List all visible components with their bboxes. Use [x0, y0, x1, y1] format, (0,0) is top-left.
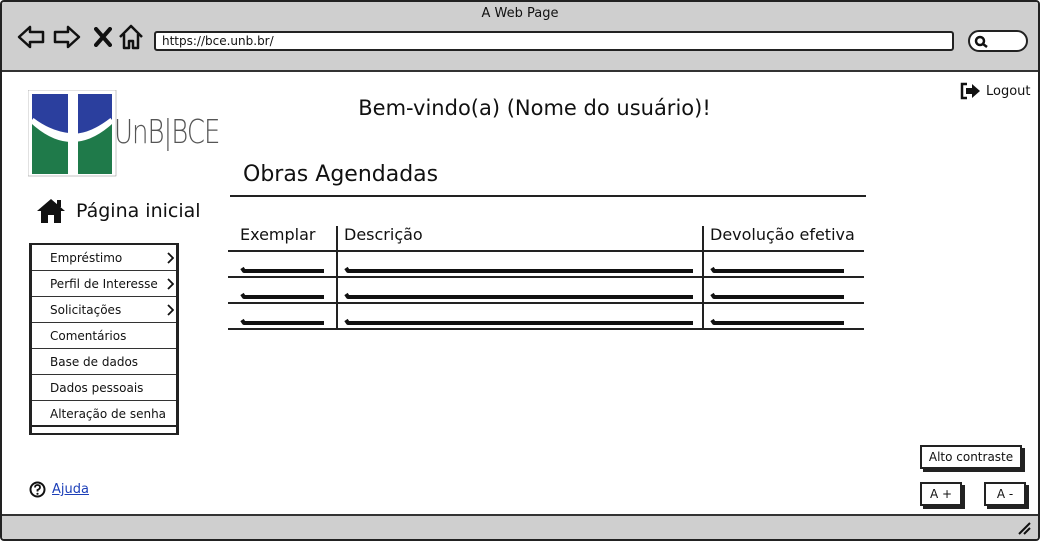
column-divider [702, 226, 704, 330]
row-rule [228, 276, 864, 278]
browser-toolbar: A Web Page https://bce.unb.br/ [2, 2, 1038, 72]
column-header-descricao: Descrição [344, 225, 423, 244]
close-icon [94, 27, 112, 47]
arrow-right-icon [53, 25, 81, 49]
sidebar-item-alteracao-senha[interactable]: Alteração de senha [32, 401, 176, 427]
logout-label: Logout [986, 83, 1031, 99]
increase-font-button[interactable]: A + [920, 482, 962, 506]
home-icon [119, 24, 143, 50]
window-title: A Web Page [481, 6, 559, 21]
sidebar-item-dados-pessoais[interactable]: Dados pessoais [32, 375, 176, 401]
column-header-devolucao: Devolução efetiva [710, 225, 855, 244]
logout-button[interactable]: Logout [960, 82, 1031, 100]
row-rule [228, 302, 864, 304]
sidebar-item-perfil-interesse[interactable]: Perfil de Interesse [32, 271, 176, 297]
redacted-cell [710, 310, 850, 325]
forward-button[interactable] [52, 22, 82, 52]
redacted-cell [240, 284, 328, 299]
browser-search[interactable] [968, 30, 1028, 52]
sidebar-item-emprestimo[interactable]: Empréstimo [32, 245, 176, 271]
help-link[interactable]: Ajuda [29, 481, 89, 498]
redacted-cell [240, 258, 328, 273]
table-header-rule [228, 250, 864, 252]
home-label: Página inicial [76, 200, 201, 222]
high-contrast-button[interactable]: Alto contraste [920, 445, 1022, 469]
sidebar-item-solicitacoes[interactable]: Solicitações [32, 297, 176, 323]
resize-grip-icon[interactable] [1016, 520, 1032, 536]
redacted-cell [344, 258, 696, 273]
redacted-cell [344, 310, 696, 325]
help-label[interactable]: Ajuda [52, 482, 89, 497]
logo-emblem [27, 89, 117, 177]
redacted-cell [710, 284, 850, 299]
home-nav-button[interactable] [116, 22, 146, 52]
home-icon [37, 199, 65, 223]
help-icon [29, 481, 46, 498]
sidebar-menu: Empréstimo Perfil de Interesse Solicitaç… [29, 243, 179, 435]
column-divider [336, 226, 338, 330]
browser-window: A Web Page https://bce.unb.br/ UnB|BCE B… [0, 0, 1040, 541]
redacted-cell [710, 258, 850, 273]
column-header-exemplar: Exemplar [240, 225, 316, 244]
sidebar-item-label: Base de dados [50, 355, 139, 369]
sidebar-item-base-dados[interactable]: Base de dados [32, 349, 176, 375]
search-icon [974, 35, 988, 48]
chevron-right-icon [167, 304, 174, 316]
logout-icon [960, 82, 980, 100]
back-button[interactable] [16, 22, 46, 52]
sidebar-item-label: Alteração de senha [50, 407, 167, 421]
arrow-left-icon [17, 25, 45, 49]
welcome-heading: Bem-vindo(a) (Nome do usuário)! [358, 96, 711, 120]
status-bar [2, 514, 1038, 539]
section-title: Obras Agendadas [243, 162, 439, 187]
sidebar-item-label: Solicitações [50, 303, 122, 317]
redacted-cell [344, 284, 696, 299]
sidebar-item-label: Empréstimo [50, 251, 123, 265]
chevron-right-icon [167, 278, 174, 290]
sidebar-item-label: Comentários [50, 329, 127, 343]
address-bar[interactable]: https://bce.unb.br/ [154, 31, 954, 51]
sidebar-item-comentarios[interactable]: Comentários [32, 323, 176, 349]
chevron-right-icon [167, 252, 174, 264]
decrease-font-button[interactable]: A - [984, 482, 1026, 506]
sidebar-item-label: Dados pessoais [50, 381, 144, 395]
sidebar-item-label: Perfil de Interesse [50, 277, 158, 291]
stop-button[interactable] [88, 22, 118, 52]
home-link[interactable]: Página inicial [36, 198, 201, 224]
divider [230, 195, 866, 197]
row-rule [228, 328, 864, 330]
redacted-cell [240, 310, 328, 325]
logo-wordmark: UnB|BCE [114, 114, 220, 152]
